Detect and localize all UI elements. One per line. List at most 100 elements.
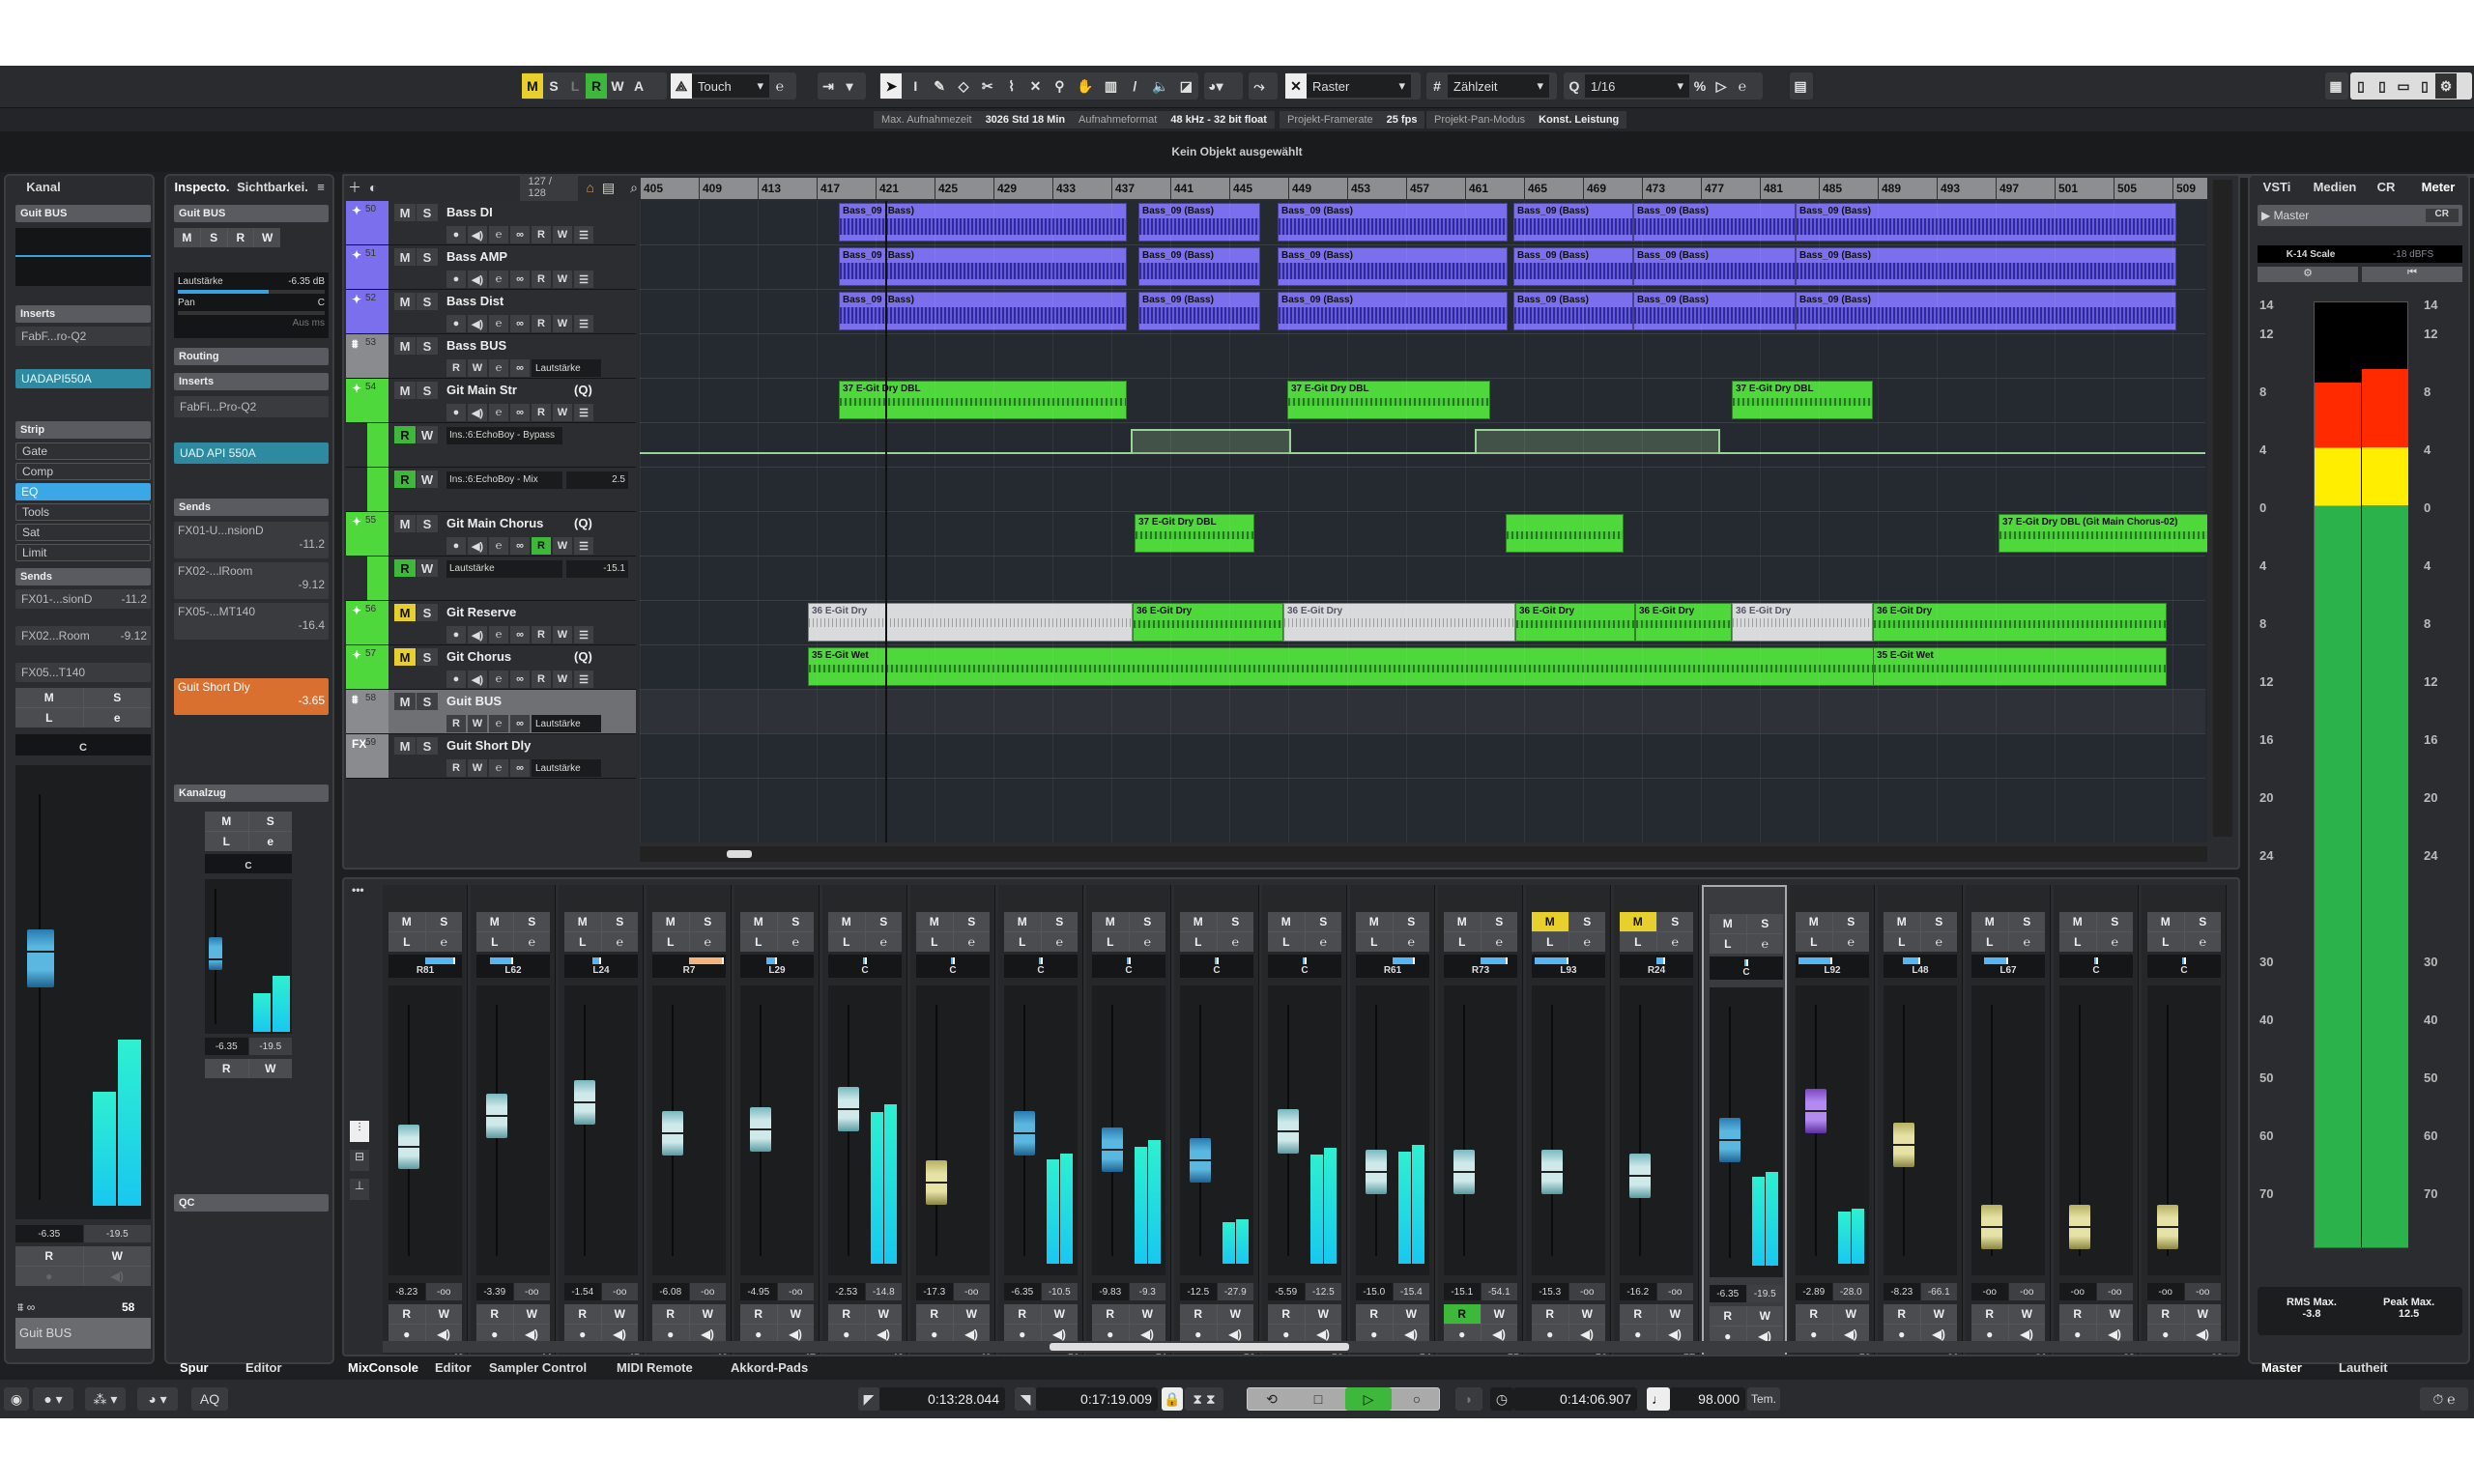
volume-value[interactable]: -6.35	[1004, 1283, 1041, 1300]
edit-channel-button[interactable]: ℮	[1481, 932, 1517, 952]
visibility-agent-icon[interactable]: ⌂	[586, 180, 593, 195]
tab-master[interactable]: Master	[2261, 1356, 2302, 1378]
write-button[interactable]: W	[553, 404, 572, 421]
read-button[interactable]: R	[227, 228, 254, 247]
pan-control[interactable]: C	[1004, 955, 1078, 978]
edit-channel-button[interactable]: ℮	[1656, 932, 1693, 952]
mute-button[interactable]: M	[1710, 914, 1746, 933]
info-record-format[interactable]: Aufnahmeformat 48 kHz - 32 bit float	[1071, 111, 1275, 128]
edit-channel-button[interactable]: ℮	[425, 932, 462, 952]
lanes-button[interactable]: ☰	[574, 537, 593, 555]
track-lane[interactable]: 36 E-Git Dry 36 E-Git Dry 36 E-Git Dry 36 E…	[640, 601, 2205, 645]
mute-button[interactable]: M	[2147, 912, 2184, 931]
volume-value[interactable]: -15.0	[1356, 1283, 1393, 1300]
split-tool-icon[interactable]: ✂	[977, 73, 998, 99]
volume-fader[interactable]	[1102, 1127, 1123, 1172]
nudge-icon[interactable]: ⇥	[818, 73, 839, 99]
listen-button[interactable]: L	[652, 932, 689, 952]
audio-event[interactable]: 36 E-Git Dry	[1635, 603, 1732, 642]
edit-button[interactable]: ℮	[489, 715, 508, 732]
track-name[interactable]: Bass DI	[446, 205, 493, 219]
inspector-send-4[interactable]: Guit Short Dly -3.65	[174, 678, 329, 715]
solo-button[interactable]: S	[83, 688, 151, 707]
track-row[interactable]: R W Lautstärke -15.1	[346, 556, 636, 601]
volume-fader[interactable]	[838, 1087, 859, 1132]
record-enable-button[interactable]: ●	[446, 671, 466, 688]
right-locator-icon[interactable]: ◥	[1015, 1387, 1036, 1411]
left-locator-icon[interactable]: ◤	[858, 1387, 879, 1411]
cr-button[interactable]: CR	[2425, 209, 2459, 222]
audio-event[interactable]: 35 E-Git Wet	[808, 647, 1877, 686]
read-button[interactable]: R	[828, 1304, 865, 1324]
volume-fader[interactable]	[1190, 1138, 1211, 1183]
track-lane[interactable]	[640, 334, 2205, 379]
mute-button[interactable]: M	[828, 912, 865, 931]
volume-value[interactable]: -15.3	[1532, 1283, 1568, 1300]
write-button[interactable]: W	[553, 537, 572, 555]
write-button[interactable]: W	[777, 1304, 814, 1324]
audio-event[interactable]: Bass_09 (Bass)	[1278, 203, 1508, 242]
track-list-icon[interactable]: ▤	[602, 180, 615, 196]
inspector-insert-2[interactable]: UAD API 550A	[174, 442, 329, 464]
quantize-select[interactable]: 1/16 ▾	[1585, 74, 1689, 98]
listen-button[interactable]: L	[916, 932, 953, 952]
lanes-button[interactable]: ☰	[574, 404, 593, 421]
write-button[interactable]: W	[1746, 1306, 1783, 1326]
mute-button[interactable]: M	[388, 912, 425, 931]
write-all-button[interactable]: W	[607, 73, 628, 99]
edit-button[interactable]: ℮	[489, 315, 508, 332]
listen-button[interactable]: L	[388, 932, 425, 952]
track-lane[interactable]	[640, 734, 2205, 779]
link-button[interactable]: ∞	[510, 226, 530, 243]
record-mode-select[interactable]: ● ▾	[33, 1387, 73, 1411]
solo-button[interactable]: S	[417, 604, 438, 621]
audio-event[interactable]: 35 E-Git Wet	[1873, 647, 2167, 686]
peak-value[interactable]: -oo	[601, 1283, 638, 1300]
pan-control[interactable]: C	[828, 955, 902, 978]
pan-control[interactable]: R81	[388, 955, 462, 978]
pan-control[interactable]: C	[1180, 955, 1253, 978]
record-enable-button[interactable]: ●	[446, 226, 466, 243]
lanes-button[interactable]: ☰	[574, 671, 593, 688]
track-row[interactable]: ⩩ 53 M S Bass BUS R W ℮ ∞ Lautstärke	[346, 334, 636, 379]
ruler[interactable]: 405 409 413 417 421 425 429 433 437 441 445 449 453 4…	[640, 178, 2207, 199]
track-lane[interactable]: Bass_09 (Bass) Bass_09 (Bass) Bass_09 (Bas…	[640, 290, 2205, 334]
mute-button[interactable]: M	[652, 912, 689, 931]
volume-fader[interactable]	[1541, 1149, 1563, 1194]
write-button[interactable]: W	[553, 671, 572, 688]
track-row[interactable]: R W Ins.:6:EchoBoy - Mix 2.5	[346, 468, 636, 512]
peak-value[interactable]: -14.8	[865, 1283, 902, 1300]
write-button[interactable]: W	[1217, 1304, 1253, 1324]
chevron-down-icon[interactable]: ▾	[839, 73, 860, 99]
listen-button[interactable]: L	[1971, 932, 2008, 952]
volume-fader[interactable]	[1366, 1149, 1387, 1194]
volume-fader[interactable]	[2157, 1205, 2178, 1249]
cycle-record-icon[interactable]: ◗	[1455, 1387, 1482, 1411]
track-name[interactable]: Bass BUS	[446, 338, 506, 353]
record-enable-button[interactable]: ●	[446, 626, 466, 643]
monitor-button[interactable]: ◀)	[468, 671, 487, 688]
tempo-label[interactable]: Tem.	[1747, 1387, 1780, 1411]
comp-tool-icon[interactable]: ▥	[1100, 73, 1121, 99]
track-row[interactable]: R W Ins.:6:EchoBoy - Bypass	[346, 423, 636, 468]
mute-button[interactable]: M	[1356, 912, 1393, 931]
solo-button[interactable]: S	[417, 204, 438, 221]
mute-button[interactable]: M	[1268, 912, 1305, 931]
horizontal-scrollbar[interactable]	[640, 846, 2207, 862]
edit-button[interactable]: ℮	[489, 404, 508, 421]
write-button[interactable]: W	[417, 471, 438, 488]
track-name[interactable]: Bass Dist	[446, 294, 503, 308]
peak-value[interactable]: -12.5	[1305, 1283, 1341, 1300]
mute-button[interactable]: M	[1971, 912, 2008, 931]
pan-control[interactable]: C	[1268, 955, 1341, 978]
write-button[interactable]: W	[1920, 1304, 1957, 1324]
audio-event[interactable]: 37 E-Git Dry DBL	[839, 381, 1127, 419]
pan-control[interactable]: R7	[652, 955, 726, 978]
peak-value[interactable]: -oo	[2096, 1283, 2133, 1300]
record-icon[interactable]: ●	[15, 1267, 83, 1286]
listen-button[interactable]: L	[2059, 932, 2096, 952]
read-button[interactable]: R	[652, 1304, 689, 1324]
link-button[interactable]: ∞	[510, 271, 530, 288]
audio-event[interactable]: 37 E-Git Dry DBL (Git Main Chorus-02)	[1999, 514, 2207, 553]
peak-value[interactable]: -oo	[1656, 1283, 1693, 1300]
